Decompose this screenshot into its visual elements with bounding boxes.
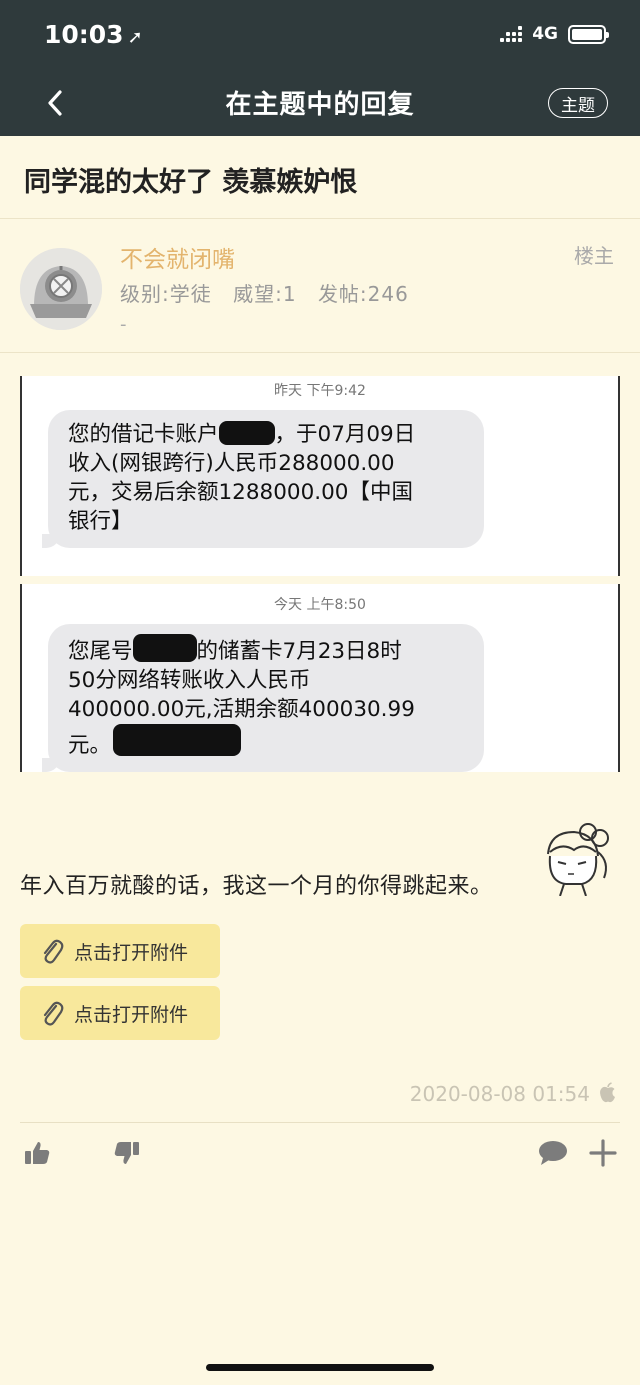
- plus-icon: [589, 1139, 617, 1167]
- sms-line: 的储蓄卡7月23日8时: [196, 639, 402, 664]
- attachment-label: 点击打开附件: [74, 1003, 189, 1026]
- thumbs-down-icon: [114, 1142, 139, 1164]
- sms-timestamp: 今天 上午8:50: [274, 597, 366, 613]
- network-type: 4G: [532, 24, 558, 44]
- redaction-mark: [132, 634, 197, 662]
- signal-icon: [500, 26, 523, 42]
- attachment-button[interactable]: 点击打开附件: [20, 986, 220, 1040]
- sms-line: 元，交易后余额1288000.00【中国: [68, 480, 413, 505]
- author-meta: 级别:学徒 威望:1 发帖:246: [120, 278, 423, 307]
- attachment-label: 点击打开附件: [74, 941, 189, 964]
- sms-timestamp: 昨天 下午9:42: [274, 383, 366, 399]
- sms-line: 银行】: [68, 509, 133, 534]
- sms-bubble: 您的借记卡账户 ，于07月09日 收入(网银跨行)人民币288000.00 元，交…: [42, 410, 484, 548]
- top-bar: 10:03 ➚ 4G 在主题中的回复 主题: [0, 0, 640, 136]
- divider: [0, 218, 640, 219]
- paperclip-icon: [43, 1001, 64, 1026]
- status-indicators: 4G: [500, 24, 609, 44]
- redaction-mark: [113, 724, 242, 756]
- battery-icon: [568, 24, 609, 44]
- like-button[interactable]: [20, 1136, 54, 1170]
- paperclip-icon: [43, 939, 64, 964]
- divider: [0, 352, 640, 353]
- topic-button[interactable]: 主题: [548, 88, 608, 118]
- author-name[interactable]: 不会就闭嘴: [120, 240, 235, 274]
- redaction-mark: [218, 421, 275, 445]
- more-button[interactable]: [586, 1136, 620, 1170]
- sms-line: ，于07月09日: [274, 422, 416, 447]
- diving-helmet-icon: [20, 248, 102, 330]
- author-signature: -: [120, 314, 127, 335]
- floor-label: 楼主: [574, 244, 614, 268]
- sms-line: 50分网络转账收入人民币: [68, 668, 311, 693]
- clock-text: 10:03: [44, 20, 124, 49]
- divider: [20, 1122, 620, 1123]
- page-title: 在主题中的回复: [225, 90, 415, 120]
- attachment-button[interactable]: 点击打开附件: [20, 924, 220, 978]
- sms-bubble: 您尾号 的储蓄卡7月23日8时 50分网络转账收入人民币 400000.00元,活…: [42, 624, 484, 772]
- avatar[interactable]: [20, 248, 102, 330]
- sms-line: 400000.00元,活期余额400030.99: [68, 697, 415, 722]
- post-content: 年入百万就酸的话，我这一个月的你得跳起来。: [20, 874, 493, 899]
- sms-screenshot-image[interactable]: 今天 上午8:50 您尾号 的储蓄卡7月23日8时 50分网络转账收入人民币 40…: [20, 584, 620, 772]
- sms-line: 您尾号: [68, 639, 133, 664]
- sms-line: 收入(网银跨行)人民币288000.00: [68, 451, 395, 476]
- apple-icon: [600, 1082, 615, 1103]
- dislike-button[interactable]: [110, 1136, 144, 1170]
- home-indicator[interactable]: [206, 1364, 434, 1371]
- location-arrow-icon: ➚: [127, 27, 143, 48]
- comment-icon: [539, 1141, 567, 1165]
- anime-sticker-icon: [547, 823, 609, 896]
- status-time: 10:03 ➚: [44, 20, 143, 49]
- post-timestamp: 2020-08-08 01:54: [409, 1082, 590, 1106]
- author-prestige: 威望:1: [233, 282, 297, 306]
- sms-line: 元。: [68, 733, 112, 758]
- thumbs-up-icon: [25, 1142, 50, 1164]
- author-posts: 发帖:246: [317, 282, 409, 306]
- sms-line: 您的借记卡账户: [68, 422, 219, 447]
- sms-screenshot-image[interactable]: 昨天 下午9:42 您的借记卡账户 ，于07月09日 收入(网银跨行)人民币288…: [20, 376, 620, 576]
- thread-title: 同学混的太好了 羡慕嫉妒恨: [24, 167, 358, 198]
- comment-button[interactable]: [536, 1136, 570, 1170]
- author-level: 级别:学徒: [120, 282, 212, 306]
